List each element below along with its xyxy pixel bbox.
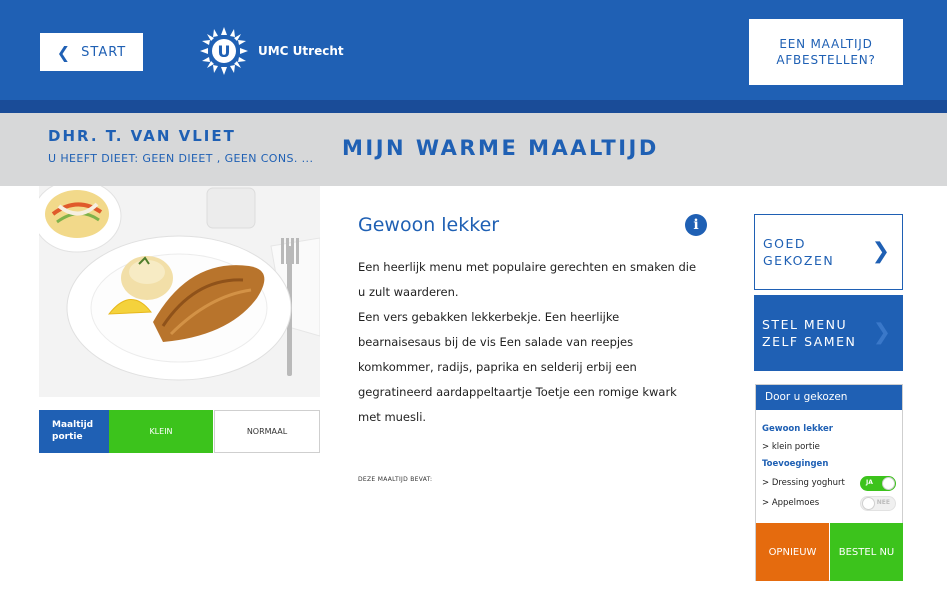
contains-label: DEZE MAALTIJD BEVAT: bbox=[358, 476, 433, 483]
portion-label: Maaltijd portie bbox=[39, 410, 117, 453]
chosen-header: Door u gekozen bbox=[756, 385, 902, 410]
toggle-appelmoes-text: NEE bbox=[876, 499, 890, 506]
menu-description-intro: Een heerlijk menu met populaire gerechte… bbox=[358, 260, 697, 299]
portion-label-line2: portie bbox=[52, 432, 83, 442]
menu-description: Een heerlijk menu met populaire gerechte… bbox=[358, 255, 703, 430]
meal-photo-illustration bbox=[39, 186, 320, 397]
patient-name: DHR. T. VAN VLIET bbox=[48, 127, 236, 145]
compose-line2: ZELF SAMEN bbox=[762, 334, 857, 349]
meal-photo bbox=[39, 186, 320, 397]
portion-label-line1: Maaltijd bbox=[52, 420, 94, 430]
chevron-right-icon: ❯ bbox=[871, 239, 890, 264]
toggle-knob bbox=[862, 497, 875, 510]
order-now-button[interactable]: BESTEL NU bbox=[830, 523, 903, 581]
start-label: START bbox=[81, 44, 127, 60]
good-choice-line2: GEKOZEN bbox=[763, 253, 835, 268]
good-choice-line1: GOED bbox=[763, 236, 807, 251]
info-icon[interactable]: i bbox=[685, 214, 707, 236]
cancel-line2: AFBESTELLEN? bbox=[776, 53, 876, 67]
portion-option-klein[interactable]: KLEIN bbox=[109, 410, 213, 453]
svg-text:U: U bbox=[218, 42, 231, 61]
toggle-dressing-yoghurt[interactable]: JA bbox=[860, 476, 896, 491]
cancel-line1: EEN MAALTIJD bbox=[779, 37, 873, 51]
toggle-dressing-text: JA bbox=[866, 479, 873, 486]
header-stripe bbox=[0, 100, 947, 113]
good-choice-button[interactable]: GOED GEKOZEN ❯ bbox=[754, 214, 903, 290]
extras-header: Toevoegingen bbox=[762, 459, 829, 469]
good-choice-label: GOED GEKOZEN bbox=[763, 235, 834, 269]
patient-bar: DHR. T. VAN VLIET U HEEFT DIEET: GEEN DI… bbox=[0, 113, 947, 186]
logo-text: UMC Utrecht bbox=[258, 44, 344, 58]
chosen-portion: > klein portie bbox=[762, 442, 820, 452]
compose-line1: STEL MENU bbox=[762, 317, 848, 332]
menu-description-details: Een vers gebakken lekkerbekje. Een heerl… bbox=[358, 310, 677, 424]
patient-diet: U HEEFT DIEET: GEEN DIEET , GEEN CONS. .… bbox=[48, 152, 314, 165]
start-button[interactable]: ❮ START bbox=[40, 33, 143, 71]
extra-appelmoes-label: > Appelmoes bbox=[762, 498, 820, 508]
chosen-menu-name: Gewoon lekker bbox=[762, 424, 833, 434]
umc-sun-logo-icon: U bbox=[200, 27, 248, 75]
header-bar: ❮ START U UMC Utrecht EEN MAALTIJD AFBES… bbox=[0, 0, 947, 113]
menu-title: Gewoon lekker bbox=[358, 214, 500, 236]
toggle-knob bbox=[882, 477, 895, 490]
page: ❮ START U UMC Utrecht EEN MAALTIJD AFBES… bbox=[0, 0, 947, 611]
compose-label: STEL MENU ZELF SAMEN bbox=[762, 316, 856, 350]
chevron-right-icon: ❯ bbox=[872, 320, 891, 345]
extra-dressing-label: > Dressing yoghurt bbox=[762, 478, 845, 488]
cancel-meal-button[interactable]: EEN MAALTIJD AFBESTELLEN? bbox=[749, 19, 903, 85]
umc-logo: U UMC Utrecht bbox=[198, 25, 344, 77]
chevron-left-icon: ❮ bbox=[56, 42, 72, 62]
compose-menu-button[interactable]: STEL MENU ZELF SAMEN ❯ bbox=[754, 295, 903, 371]
reset-button[interactable]: OPNIEUW bbox=[756, 523, 829, 581]
portion-option-normaal[interactable]: NORMAAL bbox=[214, 410, 320, 453]
toggle-appelmoes[interactable]: NEE bbox=[860, 496, 896, 511]
chosen-summary-panel: Door u gekozen Gewoon lekker > klein por… bbox=[755, 384, 903, 581]
page-title: MIJN WARME MAALTIJD bbox=[342, 136, 659, 160]
